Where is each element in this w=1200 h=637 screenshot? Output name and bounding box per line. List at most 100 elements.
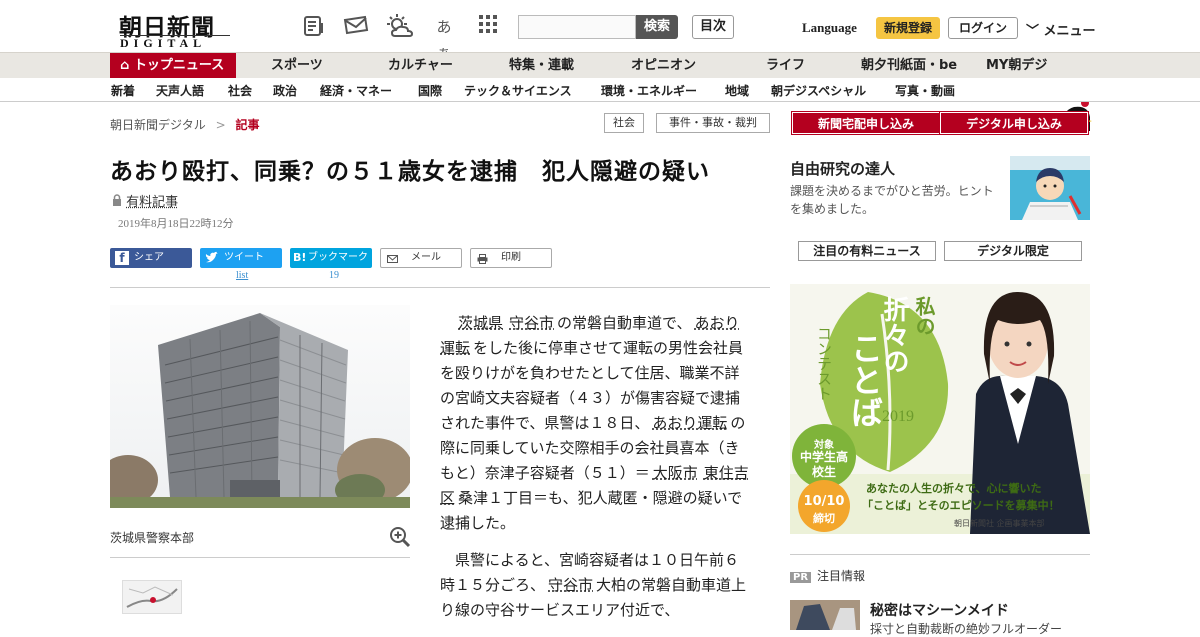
search-input[interactable]	[518, 15, 636, 39]
nav-sports[interactable]: スポーツ	[271, 53, 323, 78]
nav-photo-video[interactable]: 写真・動画	[895, 82, 955, 99]
nav-international[interactable]: 国際	[418, 82, 442, 99]
zoom-icon[interactable]	[389, 526, 411, 548]
banner-sponsor: 朝日新聞社 企画事業本部	[954, 519, 1045, 528]
menu-button[interactable]: ﹀ メニュー	[1026, 20, 1096, 39]
contest-banner-ad[interactable]: 私の 折々の ことば コンテスト 2019 対象 中学生高校生 10/10 締切…	[790, 284, 1090, 534]
logo-digital: DIGITAL	[120, 35, 230, 51]
hatena-bookmark-label: ブックマーク	[308, 252, 368, 263]
search-button[interactable]: 検索	[636, 15, 678, 39]
paid-article-badge: 有料記事	[112, 191, 178, 210]
article-photo[interactable]	[110, 305, 410, 508]
banner-slogan-2: 「ことば」とそのエピソードを募集中！	[862, 499, 1060, 512]
hatena-count[interactable]: 19	[329, 270, 339, 281]
print-icon	[477, 253, 488, 271]
nav-society[interactable]: 社会	[228, 82, 252, 99]
twitter-icon	[204, 250, 220, 274]
mail-ticket-icon[interactable]	[343, 14, 369, 40]
text: の常磐自動車道で、	[557, 314, 692, 332]
divider	[790, 554, 1090, 555]
hatena-icon: B!	[293, 251, 307, 264]
nav-latest[interactable]: 新着	[111, 82, 135, 99]
twitter-share-label: ツイート	[224, 252, 264, 263]
pr-badge: PR	[790, 572, 812, 583]
apps-grid-icon[interactable]	[475, 14, 501, 40]
primary-nav: ⌂ トップニュース スポーツ カルチャー 特集・連載 オピニオン ライフ 朝夕刊…	[0, 52, 1200, 131]
hatena-bookmark-button[interactable]: B! ブックマーク	[290, 248, 372, 268]
nav-top-news-label: トップニュース	[133, 58, 225, 73]
toc-button[interactable]: 目次	[692, 15, 734, 39]
language-link[interactable]: Language	[802, 20, 857, 36]
print-label: 印刷	[501, 252, 521, 263]
pr-image[interactable]	[790, 600, 860, 630]
article-body: 茨城県 守谷市 の常磐自動車道で、 あおり運転 をした後に停車させて運転の男性会社員を殴…	[440, 311, 752, 635]
paragraph: 県警によると、宮崎容疑者は１０日午前６時１５分ごろ、 守谷市 大柏の常磐自動車道上り…	[440, 548, 752, 623]
pr-title[interactable]: 秘密はマシーンメイド	[870, 600, 1009, 620]
keyword-link[interactable]: 守谷市	[545, 576, 596, 594]
secondary-nav: 新着 天声人語 社会 政治 経済・マネー 国際 テック＆サイエンス 環境・エネル…	[0, 78, 1200, 102]
photo-caption: 茨城県警察本部	[110, 531, 195, 545]
banner-deadline-date: 10/10	[803, 494, 845, 509]
font-size-icon[interactable]: あぁ	[431, 14, 457, 62]
breadcrumb: 朝日新聞デジタル > 記事	[110, 116, 260, 133]
subscribe-paper-button[interactable]: 新聞宅配申し込み	[791, 111, 941, 135]
nav-culture[interactable]: カルチャー	[388, 53, 453, 78]
divider	[110, 287, 770, 288]
paid-article-label[interactable]: 有料記事	[126, 195, 178, 210]
banner-contest: コンテスト	[815, 326, 833, 401]
chevron-down-icon: ﹀	[1026, 24, 1040, 39]
paragraph: 茨城県 守谷市 の常磐自動車道で、 あおり運転 をした後に停車させて運転の男性会社員を殴…	[440, 311, 752, 536]
keyword-link[interactable]: 大阪市	[650, 464, 701, 482]
feature-image[interactable]	[1010, 156, 1090, 220]
keyword-link[interactable]: 守谷市	[506, 314, 557, 332]
lock-icon	[112, 194, 126, 210]
breadcrumb-current: 記事	[235, 118, 260, 132]
keyword-link[interactable]: 茨城県	[455, 314, 506, 332]
twitter-count[interactable]: list	[236, 270, 248, 281]
keyword-link[interactable]: あおり運転	[649, 414, 730, 432]
pr-subtitle: 採寸と自動裁断の絶妙フルオーダー	[870, 622, 1063, 636]
feature-description: 課題を決めるまでがひと苦労。ヒントを集めました。	[790, 184, 994, 216]
breadcrumb-separator: >	[215, 118, 226, 132]
nav-opinion[interactable]: オピニオン	[631, 53, 696, 78]
nav-environment[interactable]: 環境・エネルギー	[601, 82, 697, 99]
site-header: 朝日新聞 DIGITAL あぁ 検索 目次 Language 新規登録 ログイン…	[0, 0, 1200, 62]
home-icon: ⌂	[120, 58, 130, 73]
feature-title[interactable]: 自由研究の達人	[790, 158, 895, 179]
breadcrumb-home[interactable]: 朝日新聞デジタル	[110, 118, 206, 132]
banner-target-label: 対象	[814, 440, 834, 451]
tab-paid-news[interactable]: 注目の有料ニュース	[798, 241, 936, 261]
article-date: 2019年8月18日22時12分	[118, 218, 234, 230]
subscribe-digital-button[interactable]: デジタル申し込み	[939, 111, 1089, 135]
nav-top-news[interactable]: ⌂ トップニュース	[110, 53, 236, 78]
nav-life[interactable]: ライフ	[766, 53, 805, 78]
site-logo[interactable]: 朝日新聞 DIGITAL	[113, 8, 233, 51]
facebook-share-label: シェア	[134, 252, 164, 263]
nav-special[interactable]: 朝デジスペシャル	[771, 82, 866, 99]
nav-my-asahi[interactable]: MY朝デジ	[986, 53, 1047, 78]
tab-digital-limited[interactable]: デジタル限定	[944, 241, 1082, 261]
weather-icon[interactable]	[386, 14, 414, 40]
paper-icon[interactable]	[301, 14, 327, 40]
map-thumbnail[interactable]	[122, 580, 182, 614]
login-button[interactable]: ログイン	[948, 17, 1018, 39]
facebook-share-button[interactable]: f シェア	[110, 248, 192, 268]
nav-tenseijingo[interactable]: 天声人語	[156, 82, 204, 99]
print-button[interactable]: 印刷	[470, 248, 552, 268]
tag-society[interactable]: 社会	[604, 113, 644, 133]
nav-tech[interactable]: テック＆サイエンス	[464, 82, 572, 99]
mail-share-button[interactable]: メール	[380, 248, 462, 268]
pr-heading: PR 注目情報	[790, 567, 865, 584]
divider	[110, 557, 410, 558]
register-button[interactable]: 新規登録	[876, 17, 940, 39]
nav-politics[interactable]: 政治	[273, 82, 297, 99]
nav-economy[interactable]: 経済・マネー	[320, 82, 392, 99]
nav-features[interactable]: 特集・連載	[509, 53, 574, 78]
mail-icon	[387, 253, 398, 271]
tag-incident[interactable]: 事件・事故・裁判	[656, 113, 770, 133]
article-title: あおり殴打、同乗？の５１歳女を逮捕 犯人隠避の疑い	[110, 159, 710, 185]
nav-region[interactable]: 地域	[725, 82, 749, 99]
nav-newspaper[interactable]: 朝夕刊紙面・be	[861, 53, 957, 78]
banner-deadline: 締切	[813, 512, 835, 525]
twitter-share-button[interactable]: ツイート	[200, 248, 282, 268]
